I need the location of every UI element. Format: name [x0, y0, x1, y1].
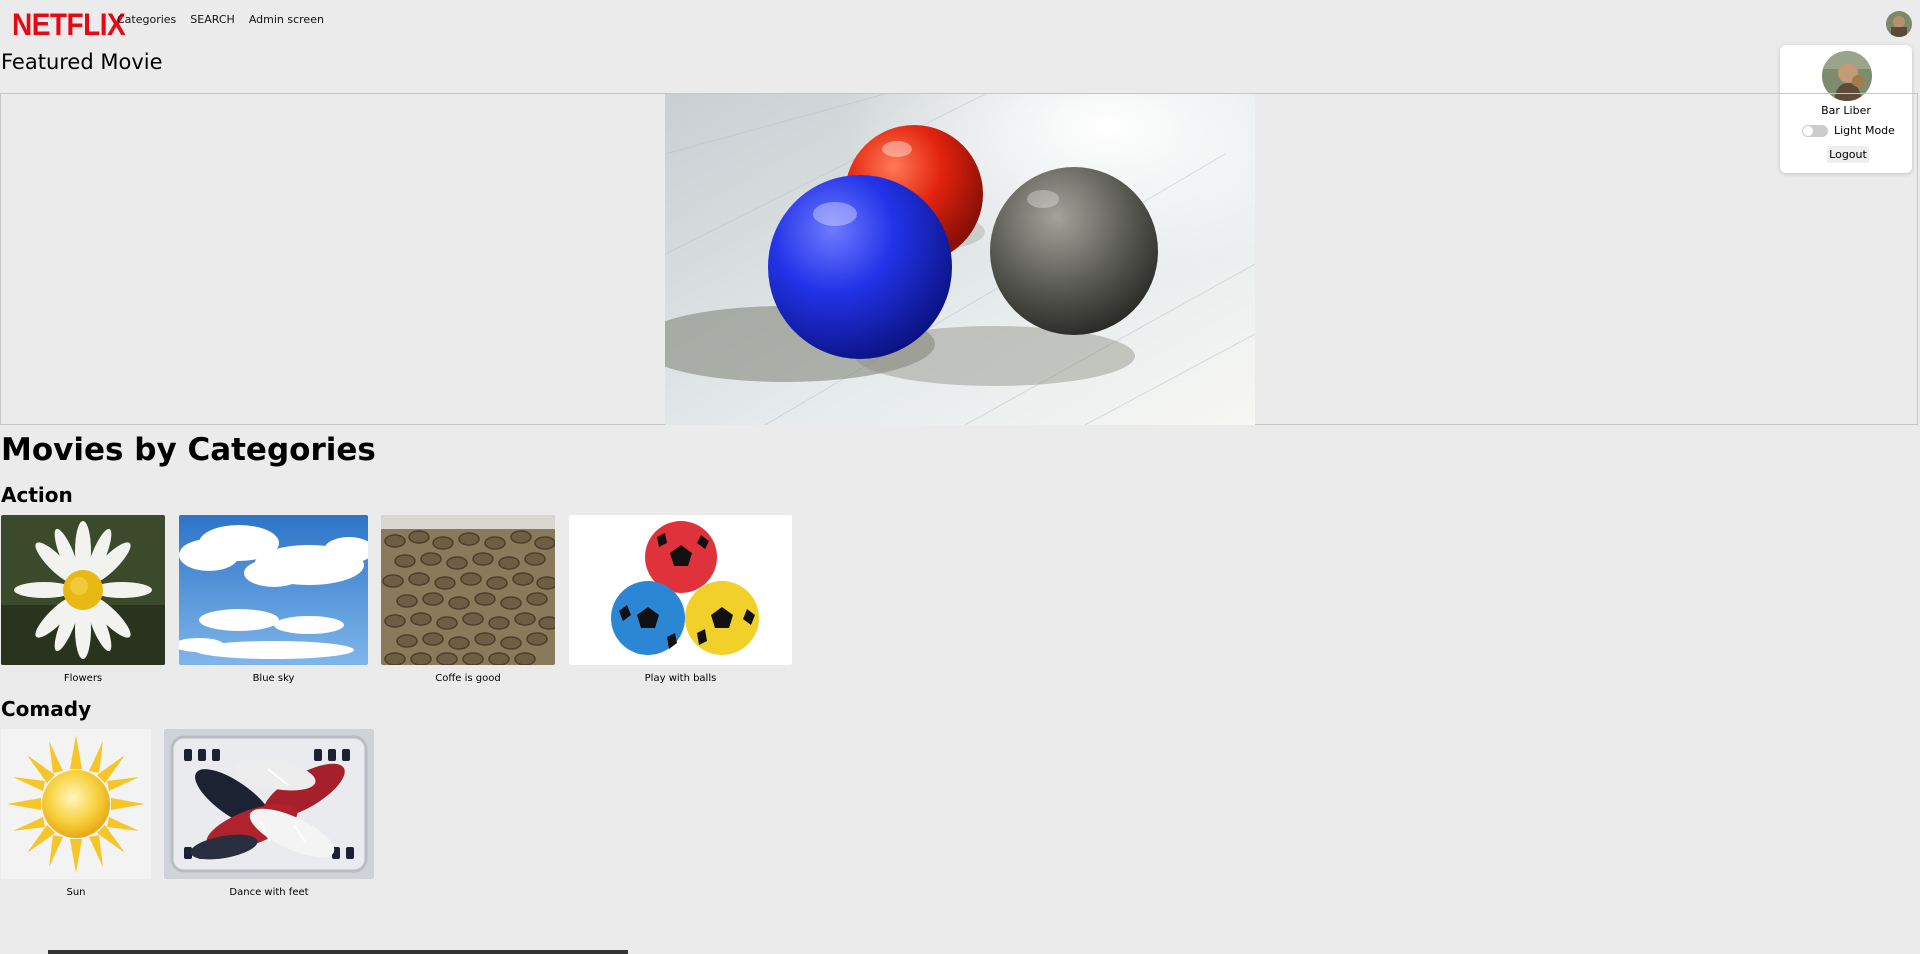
- movie-title: Blue sky: [252, 673, 295, 684]
- movie-card-play-with-balls[interactable]: Play with balls: [569, 515, 792, 684]
- movie-thumbnail: [381, 515, 555, 665]
- movie-thumbnail: [1, 515, 165, 665]
- featured-movie-banner[interactable]: [0, 93, 1918, 425]
- nav-links: Categories SEARCH Admin screen: [117, 13, 324, 26]
- navbar: NETFLIX Categories SEARCH Admin screen: [0, 0, 1920, 42]
- category-title-comady: Comady: [1, 697, 92, 721]
- movie-card-blue-sky[interactable]: Blue sky: [179, 515, 368, 684]
- movie-title: Sun: [66, 887, 86, 898]
- movie-card-sun[interactable]: Sun: [1, 729, 151, 898]
- nav-link-categories[interactable]: Categories: [117, 13, 176, 26]
- featured-movie-title: Featured Movie: [1, 50, 163, 74]
- movie-card-flowers[interactable]: Flowers: [1, 515, 165, 684]
- movie-title: Flowers: [63, 673, 103, 684]
- nav-link-admin-screen[interactable]: Admin screen: [249, 13, 324, 26]
- movie-thumbnail: [164, 729, 374, 879]
- movie-title: Coffe is good: [435, 673, 501, 684]
- movie-title: Play with balls: [644, 673, 717, 684]
- movies-by-categories-title: Movies by Categories: [1, 432, 376, 468]
- movie-thumbnail: [179, 515, 368, 665]
- movie-thumbnail: [1, 729, 151, 879]
- nav-link-search[interactable]: SEARCH: [190, 13, 235, 26]
- featured-movie-image: [665, 94, 1255, 425]
- netflix-logo[interactable]: NETFLIX: [12, 7, 126, 43]
- horizontal-scrollbar[interactable]: [48, 950, 628, 954]
- movie-card-dance-with-feet[interactable]: Dance with feet: [164, 729, 374, 898]
- movie-card-coffe-is-good[interactable]: Coffe is good: [381, 515, 555, 684]
- avatar-photo-icon: [1886, 11, 1912, 37]
- movie-title: Dance with feet: [229, 887, 309, 898]
- category-title-action: Action: [1, 483, 73, 507]
- user-avatar-button[interactable]: [1886, 11, 1912, 37]
- movie-thumbnail: [569, 515, 792, 665]
